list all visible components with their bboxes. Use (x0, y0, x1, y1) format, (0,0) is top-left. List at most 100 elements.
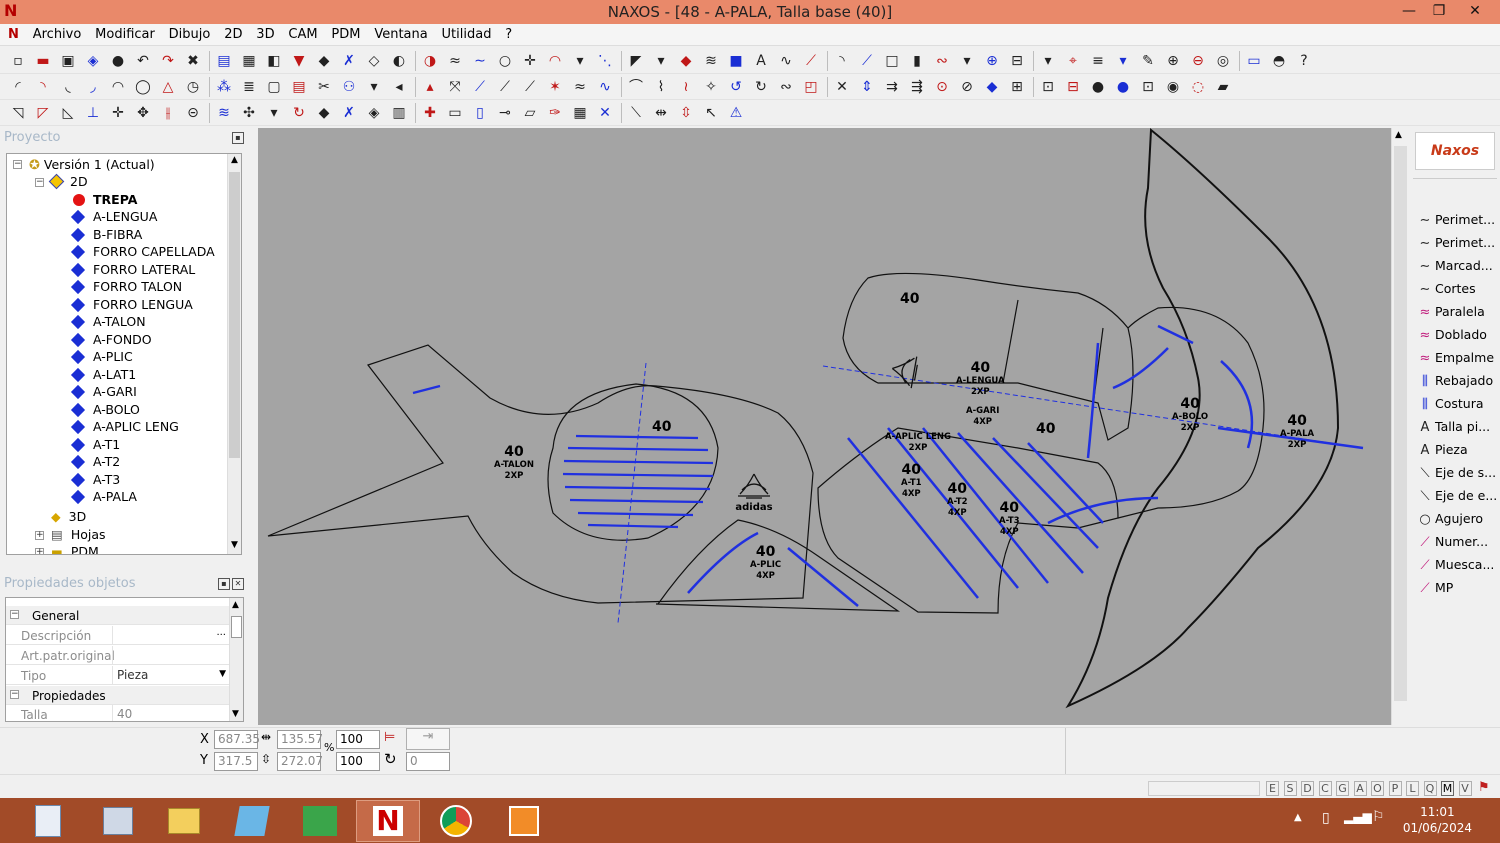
tool-item[interactable]: ≈ Paralela (1415, 301, 1485, 323)
main-tool-button-21[interactable]: ◠ (545, 51, 565, 71)
main-tool-button-8[interactable]: ▤ (214, 51, 234, 71)
edit-tool-button-42[interactable]: ● (1088, 77, 1108, 97)
naxos-taskbar-icon[interactable]: N (356, 800, 420, 842)
tools-tool-button-1[interactable]: ◸ (33, 103, 53, 123)
mirror-icon[interactable]: ⊨ (384, 730, 395, 745)
main-tool-button-32[interactable]: ◝ (832, 51, 852, 71)
tools-tool-button-8[interactable]: ≋ (214, 103, 234, 123)
tools-tool-button-22[interactable]: ▦ (570, 103, 590, 123)
piece-label[interactable]: 40 (1036, 421, 1055, 437)
tools-tool-button-11[interactable]: ↻ (289, 103, 309, 123)
status-toggle-l[interactable]: L (1406, 781, 1419, 796)
main-tool-button-35[interactable]: ▮ (907, 51, 927, 71)
tools-tool-button-4[interactable]: ✛ (108, 103, 128, 123)
piece-label[interactable]: A-GARI 4XP (966, 406, 999, 428)
tree-node-piece[interactable]: FORRO LATERAL (70, 261, 195, 278)
edit-tool-button-23[interactable]: ∿ (595, 77, 615, 97)
tool-item[interactable]: ○ Agujero (1415, 508, 1483, 530)
tool-item[interactable]: ⟍ Eje de s... (1415, 462, 1496, 484)
tool-item[interactable]: ⟋ Muesca... (1415, 554, 1494, 576)
edit-tool-button-44[interactable]: ⊡ (1138, 77, 1158, 97)
status-toggle-e[interactable]: E (1266, 781, 1279, 796)
scroll-up-icon[interactable]: ▲ (232, 600, 239, 610)
main-tool-button-37[interactable]: ▾ (957, 51, 977, 71)
main-tool-button-44[interactable]: ✎ (1138, 51, 1158, 71)
maximize-button[interactable]: ❐ (1424, 0, 1454, 22)
notepad-taskbar-icon[interactable] (220, 800, 284, 842)
width-field[interactable]: 135.57 (277, 730, 323, 749)
tools-tool-button-25[interactable]: ⇹ (651, 103, 671, 123)
y-field[interactable]: 317.5 (214, 752, 258, 771)
main-tool-button-24[interactable]: ◤ (626, 51, 646, 71)
collapse-icon[interactable]: − (13, 160, 22, 169)
edit-tool-button-10[interactable]: ▢ (264, 77, 284, 97)
tree-node-piece[interactable]: A-PALA (70, 488, 137, 505)
main-tool-button-19[interactable]: ○ (495, 51, 515, 71)
edit-tool-button-43[interactable]: ● (1113, 77, 1133, 97)
main-tool-button-12[interactable]: ◆ (314, 51, 334, 71)
status-flag-icon[interactable]: ⚑ (1478, 780, 1490, 795)
menu-3d[interactable]: 3D (251, 24, 279, 46)
descripcion-field[interactable] (112, 626, 226, 645)
edit-tool-button-38[interactable]: ◆ (982, 77, 1002, 97)
tool-item[interactable]: ⫼ Costura (1415, 393, 1484, 415)
edit-tool-button-29[interactable]: ↻ (751, 77, 771, 97)
tools-tool-button-16[interactable]: ✚ (420, 103, 440, 123)
tools-tool-button-6[interactable]: ⫲ (158, 103, 178, 123)
tree-node-trepa[interactable]: TREPA (73, 191, 137, 208)
menu-2d[interactable]: 2D (219, 24, 247, 46)
status-toggle-m[interactable]: M (1441, 781, 1454, 796)
tools-tool-button-27[interactable]: ↖ (701, 103, 721, 123)
scroll-up-icon[interactable]: ▲ (229, 155, 240, 167)
collapse-icon[interactable]: − (10, 610, 19, 619)
tools-tool-button-23[interactable]: ✕ (595, 103, 615, 123)
main-tool-button-45[interactable]: ⊕ (1163, 51, 1183, 71)
main-tool-button-22[interactable]: ▾ (570, 51, 590, 71)
tree-scrollbar[interactable]: ▲ ▼ (227, 154, 241, 554)
tool-item[interactable]: ≈ Doblado (1415, 324, 1487, 346)
menu-help[interactable]: ? (500, 24, 517, 46)
category-general[interactable]: − General (6, 606, 230, 625)
tree-node-piece[interactable]: B-FIBRA (70, 226, 142, 243)
status-toggle-d[interactable]: D (1301, 781, 1314, 796)
tool-item[interactable]: ∼ Perimet... (1415, 232, 1496, 254)
edit-tool-button-16[interactable]: ▴ (420, 77, 440, 97)
scroll-down-icon[interactable]: ▼ (229, 540, 240, 552)
menu-archivo[interactable]: Archivo (28, 24, 87, 46)
tree-node-piece[interactable]: A-PLIC (70, 348, 133, 365)
tools-tool-button-9[interactable]: ✣ (239, 103, 259, 123)
main-tool-button-5[interactable]: ↶ (133, 51, 153, 71)
main-tool-button-16[interactable]: ◑ (420, 51, 440, 71)
collapse-icon[interactable]: − (10, 690, 19, 699)
edit-tool-button-14[interactable]: ▾ (364, 77, 384, 97)
scroll-thumb[interactable] (229, 172, 240, 458)
edit-tool-button-27[interactable]: ✧ (701, 77, 721, 97)
main-tool-button-36[interactable]: ∾ (932, 51, 952, 71)
drawing-canvas[interactable]: 40 A-TALON 2XP 40 40 A-PLIC 4XP 40 40 A-LENGUA 2XP… (258, 128, 1391, 725)
main-tool-button-40[interactable]: ▾ (1038, 51, 1058, 71)
edit-tool-button-39[interactable]: ⊞ (1007, 77, 1027, 97)
piece-label[interactable]: 40 A-PLIC 4XP (750, 544, 781, 582)
scale-x-field[interactable]: 100 (336, 730, 380, 749)
edit-tool-button-0[interactable]: ◜ (8, 77, 28, 97)
tree-node-piece[interactable]: A-FONDO (70, 331, 152, 348)
edit-tool-button-9[interactable]: ≣ (239, 77, 259, 97)
main-tool-button-2[interactable]: ▣ (58, 51, 78, 71)
tools-tool-button-28[interactable]: ⚠ (726, 103, 746, 123)
status-toggle-q[interactable]: Q (1423, 781, 1437, 796)
edit-tool-button-25[interactable]: ⌇ (651, 77, 671, 97)
edit-tool-button-41[interactable]: ⊟ (1063, 77, 1083, 97)
tree-node-piece[interactable]: A-T3 (70, 471, 120, 488)
main-tool-button-0[interactable]: ▫ (8, 51, 28, 71)
piece-label[interactable]: 40 (652, 419, 671, 435)
piece-label[interactable]: 40 A-T3 4XP (999, 500, 1020, 538)
main-tool-button-31[interactable]: ⟋ (801, 51, 821, 71)
edit-tool-button-21[interactable]: ✶ (545, 77, 565, 97)
edit-tool-button-26[interactable]: ≀ (676, 77, 696, 97)
scale-y-field[interactable]: 100 (336, 752, 380, 771)
main-tool-button-11[interactable]: ▼ (289, 51, 309, 71)
main-tool-button-33[interactable]: ⟋ (857, 51, 877, 71)
tools-tool-button-14[interactable]: ◈ (364, 103, 384, 123)
chrome-taskbar-icon[interactable] (424, 800, 488, 842)
edit-tool-button-32[interactable]: ✕ (832, 77, 852, 97)
